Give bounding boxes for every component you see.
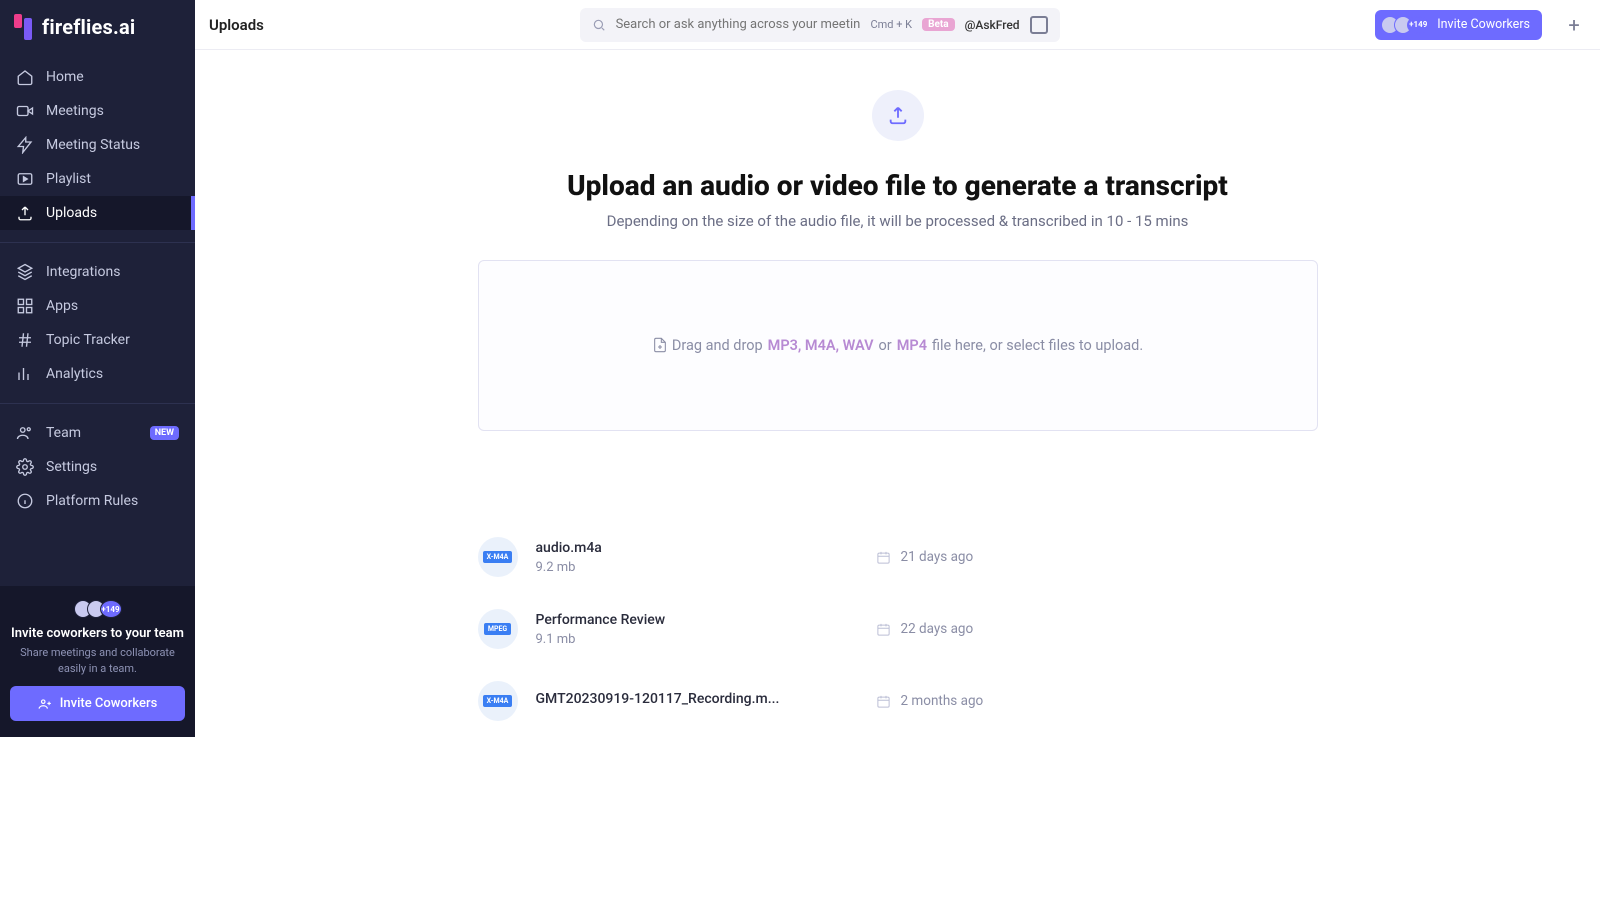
calendar-icon [876,622,891,637]
search-icon [592,18,606,32]
sidebar-item-label: Meetings [46,103,104,119]
sidebar-item-playlist[interactable]: Playlist [0,162,195,196]
upload-row[interactable]: X-M4A GMT20230919-120117_Recording.m... … [478,665,1318,737]
person-plus-icon [38,697,52,711]
dropzone-text-or: or [879,337,892,354]
sidebar-item-label: Apps [46,298,78,314]
calendar-icon [876,694,891,709]
avatar-stack: +149 [10,600,185,618]
invite-title: Invite coworkers to your team [10,626,185,641]
sidebar-item-label: Home [46,69,84,85]
file-name: audio.m4a [536,540,876,556]
file-date: 21 days ago [876,549,974,565]
upload-list: X-M4A audio.m4a 9.2 mb 21 days ago MPEG … [478,521,1318,737]
playlist-icon [16,170,34,188]
invite-description: Share meetings and collaborate easily in… [10,645,185,676]
upload-row[interactable]: MPEG Performance Review 9.1 mb 22 days a… [478,593,1318,665]
avatar-overflow-count: +149 [1407,16,1429,34]
main: Uploads Cmd + K Beta @AskFred +149 Invit… [195,0,1600,737]
sidebar-item-label: Topic Tracker [46,332,130,348]
dropzone-formats-video: MP4 [897,337,927,354]
header-invite-label: Invite Coworkers [1437,17,1530,32]
file-plus-icon [652,337,668,353]
calendar-icon [876,550,891,565]
layers-icon [16,263,34,281]
askfred-handle: @AskFred [965,18,1020,32]
global-search[interactable]: Cmd + K Beta @AskFred [580,8,1060,42]
new-badge: NEW [150,426,179,440]
dropzone-text-pre: Drag and drop [672,337,763,354]
file-type-chip: X-M4A [478,681,518,721]
sidebar-item-integrations[interactable]: Integrations [0,255,195,289]
sidebar-item-meeting-status[interactable]: Meeting Status [0,128,195,162]
upload-subhead: Depending on the size of the audio file,… [607,212,1189,230]
sidebar-item-platform-rules[interactable]: Platform Rules [0,484,195,518]
file-name: GMT20230919-120117_Recording.m... [536,691,876,707]
keyboard-shortcut: Cmd + K [870,18,912,31]
invite-coworkers-button[interactable]: Invite Coworkers [10,686,185,721]
topbar: Uploads Cmd + K Beta @AskFred +149 Invit… [195,0,1600,50]
invite-coworkers-card: +149 Invite coworkers to your team Share… [0,586,195,737]
sidebar-item-label: Settings [46,459,97,475]
dropzone-text-post: file here, or select files to upload. [932,337,1143,354]
sidebar-item-home[interactable]: Home [0,60,195,94]
hash-icon [16,331,34,349]
file-date: 2 months ago [876,693,984,709]
upload-hero-icon [872,90,924,141]
upload-dropzone[interactable]: Drag and drop MP3, M4A, WAV or MP4 file … [478,260,1318,431]
file-type-chip: MPEG [478,609,518,649]
beta-badge: Beta [922,18,955,31]
grid-icon [16,297,34,315]
sidebar-item-label: Analytics [46,366,103,382]
sidebar-item-analytics[interactable]: Analytics [0,357,195,391]
sidebar: fireflies.ai Home Meetings Meeting Statu… [0,0,195,737]
sidebar-item-apps[interactable]: Apps [0,289,195,323]
avatar-overflow-count: +149 [100,600,122,618]
sidebar-item-topic-tracker[interactable]: Topic Tracker [0,323,195,357]
sidebar-item-uploads[interactable]: Uploads [0,196,195,230]
file-type-chip: X-M4A [478,537,518,577]
invite-button-label: Invite Coworkers [60,696,158,711]
bolt-icon [16,136,34,154]
sidebar-item-label: Playlist [46,171,91,187]
video-icon [16,102,34,120]
upload-icon [16,204,34,222]
sidebar-item-meetings[interactable]: Meetings [0,94,195,128]
divider [0,242,195,243]
file-name: Performance Review [536,612,876,628]
upload-icon [887,104,909,126]
logo-mark-icon [14,14,32,40]
sidebar-item-label: Integrations [46,264,120,280]
content: Upload an audio or video file to generat… [195,50,1600,737]
home-icon [16,68,34,86]
sidebar-item-team[interactable]: Team NEW [0,416,195,450]
bars-icon [16,365,34,383]
dropzone-formats-audio: MP3, M4A, WAV [768,337,874,354]
upload-headline: Upload an audio or video file to generat… [567,169,1228,202]
brand-logo[interactable]: fireflies.ai [0,0,195,54]
header-invite-button[interactable]: +149 Invite Coworkers [1375,10,1542,40]
file-size: 9.1 mb [536,632,876,647]
people-icon [16,424,34,442]
add-button[interactable]: + [1562,13,1586,37]
divider [0,403,195,404]
sidebar-item-label: Meeting Status [46,137,140,153]
sidebar-item-label: Uploads [46,205,97,221]
sidebar-item-label: Team [46,425,81,441]
sidebar-item-settings[interactable]: Settings [0,450,195,484]
file-size: 9.2 mb [536,560,876,575]
gear-icon [16,458,34,476]
stop-icon[interactable] [1030,16,1048,34]
upload-row[interactable]: X-M4A audio.m4a 9.2 mb 21 days ago [478,521,1318,593]
info-icon [16,492,34,510]
brand-name: fireflies.ai [42,15,135,39]
sidebar-item-label: Platform Rules [46,493,138,509]
file-date: 22 days ago [876,621,974,637]
page-title: Uploads [209,16,264,34]
search-input[interactable] [616,17,861,32]
